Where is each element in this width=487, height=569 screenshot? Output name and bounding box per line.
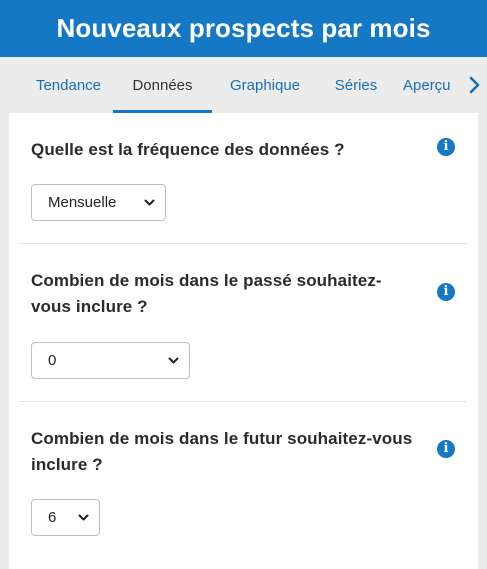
frequency-select-value: Mensuelle bbox=[48, 194, 117, 211]
tab-tendance[interactable]: Tendance bbox=[25, 57, 112, 113]
future-months-question: Combien de mois dans le futur souhaitez-… bbox=[31, 429, 413, 474]
future-months-select[interactable]: 6 bbox=[31, 499, 100, 536]
past-months-select[interactable]: 0 bbox=[31, 342, 190, 379]
frequency-select[interactable]: Mensuelle bbox=[31, 184, 166, 221]
frequency-question: Quelle est la fréquence des données ? bbox=[31, 140, 345, 159]
tabs-scroll-right-button[interactable] bbox=[462, 57, 487, 113]
tab-apercu[interactable]: Aperçu bbox=[403, 57, 463, 113]
future-months-select-value: 6 bbox=[48, 509, 57, 526]
app-header: Nouveaux prospects par mois bbox=[0, 0, 487, 57]
past-months-section: Combien de mois dans le passé souhaitez-… bbox=[19, 244, 467, 402]
info-icon[interactable]: i bbox=[437, 440, 455, 458]
page-title: Nouveaux prospects par mois bbox=[56, 13, 431, 43]
info-icon[interactable]: i bbox=[437, 283, 455, 301]
frequency-section: Quelle est la fréquence des données ? i … bbox=[19, 113, 467, 244]
tab-donnees[interactable]: Données bbox=[113, 57, 212, 113]
tab-graphique[interactable]: Graphique bbox=[220, 57, 310, 113]
chevron-right-icon bbox=[469, 76, 479, 94]
future-months-section: Combien de mois dans le futur souhaitez-… bbox=[19, 402, 467, 569]
data-settings-panel: Quelle est la fréquence des données ? i … bbox=[9, 113, 478, 569]
info-icon[interactable]: i bbox=[437, 138, 455, 156]
past-months-question: Combien de mois dans le passé souhaitez-… bbox=[31, 271, 382, 316]
chevron-down-icon bbox=[144, 185, 155, 220]
tab-series[interactable]: Séries bbox=[324, 57, 388, 113]
past-months-select-value: 0 bbox=[48, 352, 57, 369]
chevron-down-icon bbox=[78, 500, 89, 535]
chevron-down-icon bbox=[168, 343, 179, 378]
tab-bar: Tendance Données Graphique Séries Aperçu bbox=[0, 57, 487, 113]
